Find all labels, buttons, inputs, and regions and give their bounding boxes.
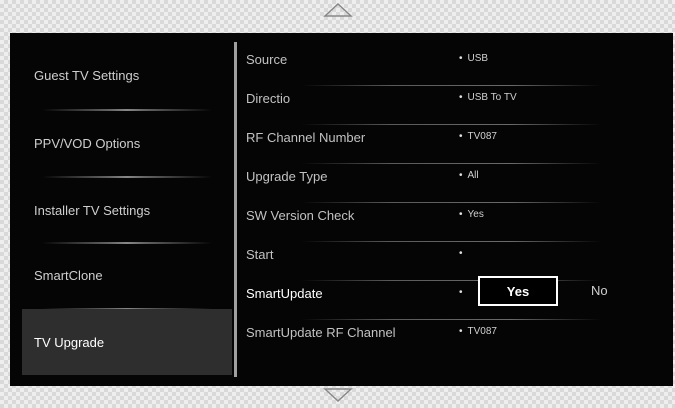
left-menu: Guest TV Settings PPV/VOD Options Instal… [22, 42, 232, 375]
setting-label: Upgrade Type [246, 169, 328, 184]
setting-row-upgrade-type[interactable]: Upgrade Type • All [241, 164, 671, 202]
menu-item-label: TV Upgrade [34, 334, 105, 350]
setting-value: • USB [459, 53, 489, 64]
menu-item-label: PPV/VOD Options [34, 135, 141, 151]
setting-value: • TV087 [459, 326, 497, 337]
setting-label: Directio [246, 91, 291, 106]
smartupdate-yes-option[interactable]: Yes [478, 276, 558, 306]
menu-item-installer-tv-settings[interactable]: Installer TV Settings [22, 177, 232, 243]
setting-row-source[interactable]: Source • USB [241, 47, 671, 85]
menu-item-guest-tv-settings[interactable]: Guest TV Settings [22, 42, 232, 108]
setting-row-sw-version-check[interactable]: SW Version Check • Yes [241, 203, 671, 241]
setting-value: • TV087 [459, 131, 497, 142]
menu-item-label: Guest TV Settings [34, 67, 140, 83]
tv-upgrade-panel: Guest TV Settings PPV/VOD Options Instal… [10, 33, 673, 386]
setting-label: SmartUpdate [246, 286, 323, 301]
setting-label: Start [246, 247, 274, 262]
setting-row-rf-channel-number[interactable]: RF Channel Number • TV087 [241, 125, 671, 163]
smartupdate-no-option[interactable]: No [591, 283, 608, 298]
setting-row-direction[interactable]: Directio • USB To TV [241, 86, 671, 124]
menu-item-smartclone[interactable]: SmartClone [22, 242, 232, 308]
setting-value: • All [459, 170, 479, 181]
setting-label: Source [246, 52, 288, 67]
setting-row-start[interactable]: Start • [241, 242, 671, 280]
bullet: • [459, 287, 463, 298]
setting-label: SW Version Check [246, 208, 355, 223]
setting-label: RF Channel Number [246, 130, 366, 145]
setting-row-smartupdate-rf-channel[interactable]: SmartUpdate RF Channel • TV087 [241, 320, 671, 358]
setting-value: • USB To TV [459, 92, 517, 103]
scroll-up-icon[interactable] [322, 2, 353, 23]
setting-value: • [459, 248, 463, 259]
menu-item-label: SmartClone [34, 267, 103, 283]
setting-value: • Yes [459, 209, 484, 220]
menu-item-tv-upgrade[interactable]: TV Upgrade [22, 309, 232, 375]
setting-row-smartupdate[interactable]: SmartUpdate • Yes No [241, 276, 671, 319]
menu-item-ppv-vod-options[interactable]: PPV/VOD Options [22, 110, 232, 176]
vertical-divider [234, 42, 237, 377]
menu-item-label: Installer TV Settings [34, 202, 151, 218]
setting-label: SmartUpdate RF Channel [246, 325, 396, 340]
